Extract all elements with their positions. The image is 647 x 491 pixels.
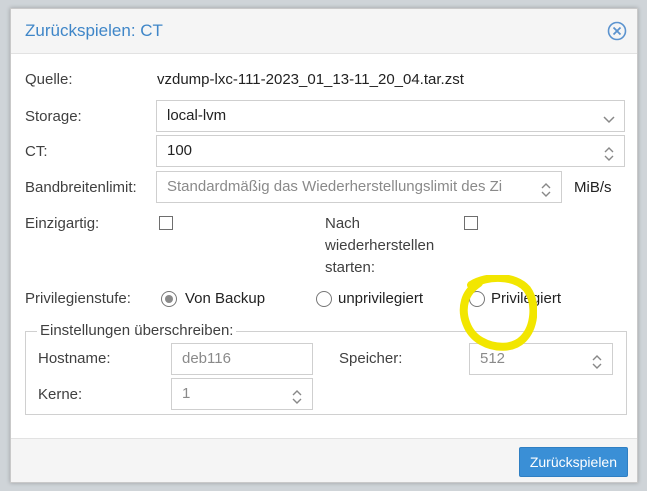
bandwidth-placeholder: Standardmäßig das Wiederherstellungslimi… <box>167 178 503 195</box>
privilege-label: Privilegienstufe: <box>25 290 131 307</box>
source-value: vzdump-lxc-111-2023_01_13-11_20_04.tar.z… <box>157 71 464 88</box>
unique-label: Einzigartig: <box>25 215 100 232</box>
dialog-title: Zurückspielen: CT <box>25 21 163 40</box>
storage-select[interactable]: local-lvm <box>156 100 625 132</box>
radio-from-backup[interactable] <box>161 291 177 307</box>
close-icon[interactable] <box>607 21 627 41</box>
start-after-label-line3: starten: <box>325 259 376 276</box>
start-after-checkbox[interactable] <box>464 216 478 230</box>
ct-id-stepper[interactable]: 100 <box>156 135 625 167</box>
cores-label: Kerne: <box>38 386 83 403</box>
bandwidth-input[interactable]: Standardmäßig das Wiederherstellungslimi… <box>156 171 562 203</box>
hostname-label: Hostname: <box>38 350 111 367</box>
source-label: Quelle: <box>25 71 73 88</box>
restore-button[interactable]: Zurückspielen <box>518 447 628 477</box>
memory-placeholder: 512 <box>480 350 506 367</box>
override-legend: Einstellungen überschreiben: <box>37 322 237 339</box>
spinner-icon[interactable] <box>539 179 553 197</box>
memory-stepper[interactable]: 512 <box>469 343 613 375</box>
chevron-down-icon[interactable] <box>602 108 616 124</box>
ct-label: CT: <box>25 143 48 160</box>
radio-unprivileged-label[interactable]: unprivilegiert <box>338 290 423 307</box>
radio-unprivileged[interactable] <box>316 291 332 307</box>
start-after-label-line1: Nach <box>325 215 361 232</box>
bandwidth-unit: MiB/s <box>574 179 612 196</box>
hostname-input[interactable]: deb116 <box>171 343 313 375</box>
hostname-placeholder: deb116 <box>182 350 231 367</box>
cores-placeholder: 1 <box>182 385 191 402</box>
dialog-titlebar: Zurückspielen: CT <box>11 9 637 54</box>
unique-checkbox[interactable] <box>159 216 173 230</box>
radio-privileged-label[interactable]: Privilegiert <box>491 290 561 307</box>
storage-value: local-lvm <box>167 107 227 124</box>
dialog-footer: Zurückspielen <box>11 438 637 482</box>
spinner-icon[interactable] <box>290 386 304 404</box>
spinner-icon[interactable] <box>590 351 604 369</box>
cores-stepper[interactable]: 1 <box>171 378 313 410</box>
ct-id-value: 100 <box>167 142 193 159</box>
storage-label: Storage: <box>25 108 82 125</box>
radio-from-backup-label[interactable]: Von Backup <box>185 290 265 307</box>
radio-privileged[interactable] <box>469 291 485 307</box>
spinner-icon[interactable] <box>602 143 616 161</box>
bandwidth-label: Bandbreitenlimit: <box>25 179 137 196</box>
memory-label: Speicher: <box>339 350 403 367</box>
start-after-label-line2: wiederherstellen <box>325 237 435 254</box>
restore-dialog: Zurückspielen: CT Quelle: vzdump-lxc-111… <box>10 8 638 483</box>
